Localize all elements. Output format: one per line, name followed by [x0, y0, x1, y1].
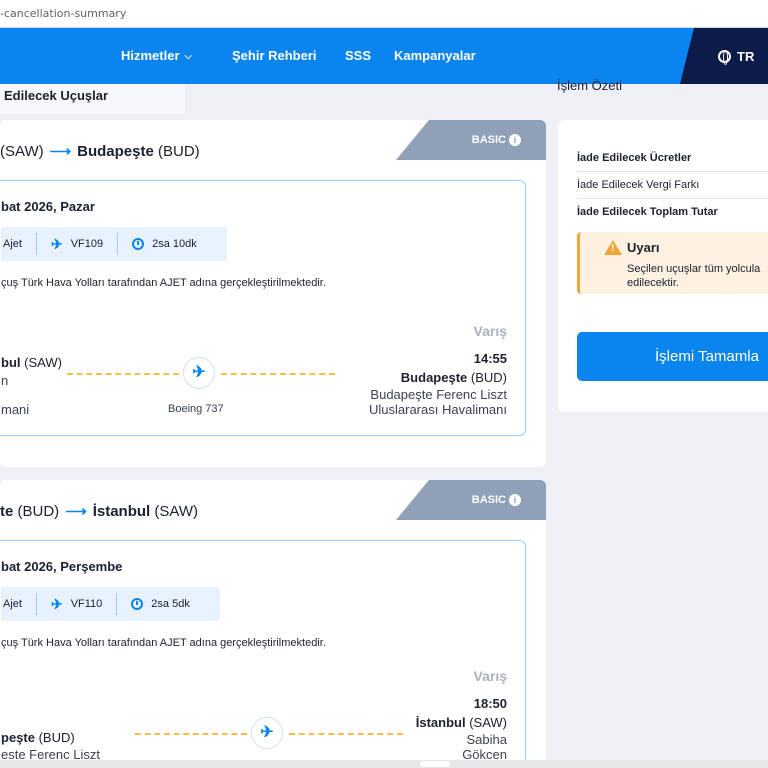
operated-by-text: çuş Türk Hava Yolları tarafından AJET ad… — [1, 637, 326, 649]
warning-title: Uyarı — [627, 240, 660, 255]
carrier-chip: Ajet — [1, 233, 36, 255]
arrival-label: Varış — [473, 323, 507, 339]
flight-card: BASIC i (SAW) ⟶ Budapeşte (BUD) bat 2026, … — [0, 120, 546, 467]
fare-badge-label: BASIC — [471, 494, 506, 506]
arrival-airport-line-1: Budapeşte Ferenc Liszt — [370, 387, 507, 402]
fare-badge-label: BASIC — [471, 134, 506, 146]
arrival-airport-line-1: Sabiha — [466, 732, 507, 747]
arrival-city-name: Budapeşte — [400, 370, 468, 385]
warning-text: Seçilen uçuşlar tüm yolcula edilecektir. — [627, 262, 760, 290]
route-from-code: (BUD) — [17, 503, 60, 520]
arrival-city-name: İstanbul — [415, 715, 466, 730]
departure-airport-line-2: mani — [1, 402, 30, 417]
route-title: (SAW) ⟶ Budapeşte (BUD) — [0, 142, 200, 160]
airplane-icon: ✈ — [50, 235, 63, 252]
flight-number-chip: ✈ VF109 — [35, 233, 117, 255]
refund-fees-label: İade Edilecek Ücretler — [577, 152, 692, 164]
flight-details: bat 2026, Perşembe Ajet ✈ VF110 2sa 5dk ç… — [0, 540, 526, 768]
browser-address-bar[interactable]: -cancellation-summary — [0, 0, 768, 28]
flight-duration: 2sa 10dk — [152, 238, 197, 250]
language-selector[interactable]: TR — [718, 49, 755, 65]
route-line-left — [67, 373, 179, 375]
scrollbar-thumb[interactable] — [420, 761, 450, 767]
divider — [577, 198, 768, 199]
arrival-city-code: (SAW) — [469, 715, 507, 730]
warning-text-line-1: Seçilen uçuşlar tüm yolcula — [627, 263, 761, 275]
aircraft-type: Boeing 737 — [168, 403, 224, 415]
horizontal-scrollbar[interactable] — [0, 760, 768, 768]
flight-number-chip: ✈ VF110 — [35, 593, 116, 615]
route-to-city: Budapeşte — [77, 143, 154, 160]
flight-duration: 2sa 5dk — [151, 598, 190, 610]
flight-date: bat 2026, Perşembe — [1, 559, 123, 574]
arrow-right-icon: ⟶ — [49, 143, 72, 160]
arrival-label: Varış — [473, 668, 507, 684]
carrier-chip: Ajet — [1, 593, 36, 615]
top-navigation — [0, 28, 768, 84]
airplane-icon: ✈ — [251, 717, 283, 749]
departure-city-code: (SAW) — [24, 355, 62, 370]
departure-city: peşte (BUD) — [1, 730, 75, 745]
duration-chip: 2sa 5dk — [116, 593, 204, 615]
info-icon[interactable]: i — [509, 494, 521, 506]
nav-item-services[interactable]: Hizmetler ⌵ — [121, 48, 192, 63]
summary-title: İşlem Özeti — [557, 78, 623, 93]
operated-by-text: çuş Türk Hava Yolları tarafından AJET ad… — [1, 277, 326, 289]
route-line-right — [221, 373, 335, 375]
nav-item-label: Hizmetler — [121, 48, 180, 63]
flight-number: VF110 — [70, 598, 103, 610]
chevron-down-icon: ⌵ — [184, 51, 193, 62]
refund-tax-label: İade Edilecek Vergi Farkı — [577, 179, 700, 191]
duration-chip: 2sa 10dk — [117, 233, 211, 255]
language-code: TR — [737, 49, 755, 64]
flight-info-chips: Ajet ✈ VF109 2sa 10dk — [1, 227, 227, 261]
route-to-code: (BUD) — [157, 143, 200, 160]
airplane-icon: ✈ — [183, 357, 215, 389]
route-from-city: te — [0, 503, 14, 520]
arrival-city-code: (BUD) — [470, 370, 507, 385]
section-title: Edilecek Uçuşlar — [4, 88, 109, 103]
route-from-code: (SAW) — [0, 143, 44, 160]
route-line-left — [135, 733, 247, 735]
route-to-code: (SAW) — [154, 503, 198, 520]
info-icon[interactable]: i — [509, 134, 521, 146]
airplane-icon: ✈ — [50, 595, 63, 612]
flight-number: VF109 — [70, 238, 104, 250]
arrow-right-icon: ⟶ — [65, 503, 87, 520]
complete-transaction-button[interactable]: İşlemi Tamamla — [577, 332, 768, 381]
flight-date: bat 2026, Pazar — [1, 199, 95, 214]
url-text[interactable]: -cancellation-summary — [0, 7, 126, 20]
warning-text-line-2: edilecektir. — [627, 277, 679, 289]
arrival-time: 14:55 — [473, 351, 507, 366]
arrival-city: Budapeşte (BUD) — [401, 370, 507, 385]
departure-city-name: peşte — [1, 730, 35, 745]
nav-item-city-guide[interactable]: Şehir Rehberi — [232, 48, 317, 63]
departure-city: bul (SAW) — [1, 355, 62, 370]
globe-icon — [718, 50, 731, 65]
arrival-airport-line-2: Uluslararası Havalimanı — [369, 402, 507, 417]
divider — [577, 171, 768, 172]
flight-details: bat 2026, Pazar Ajet ✈ VF109 2sa 10dk çuş… — [0, 180, 526, 436]
timer-icon — [132, 238, 145, 250]
route-title: te (BUD) ⟶ İstanbul (SAW) — [0, 502, 198, 520]
timer-icon — [131, 598, 144, 610]
departure-city-code: (BUD) — [38, 730, 75, 745]
route-line-right — [289, 733, 403, 735]
flight-info-chips: Ajet ✈ VF110 2sa 5dk — [1, 587, 220, 621]
warning-box: ! Uyarı Seçilen uçuşlar tüm yolcula edil… — [577, 232, 768, 294]
arrival-city: İstanbul (SAW) — [416, 715, 507, 730]
route-to-city: İstanbul — [92, 503, 151, 520]
nav-item-faq[interactable]: SSS — [345, 48, 371, 63]
arrival-time: 18:50 — [473, 696, 507, 711]
departure-airport-line-1: n — [1, 373, 9, 388]
summary-panel: İade Edilecek Ücretler İade Edilecek Ver… — [558, 120, 768, 412]
refund-total-label: İade Edilecek Toplam Tutar — [577, 206, 718, 218]
carrier-name: Ajet — [3, 598, 22, 610]
flight-card: BASIC i te (BUD) ⟶ İstanbul (SAW) bat 2026… — [0, 480, 546, 768]
departure-city-name: bul — [1, 355, 21, 370]
carrier-name: Ajet — [3, 238, 22, 250]
nav-item-campaigns[interactable]: Kampanyalar — [394, 48, 476, 63]
warning-icon: ! — [604, 240, 622, 255]
